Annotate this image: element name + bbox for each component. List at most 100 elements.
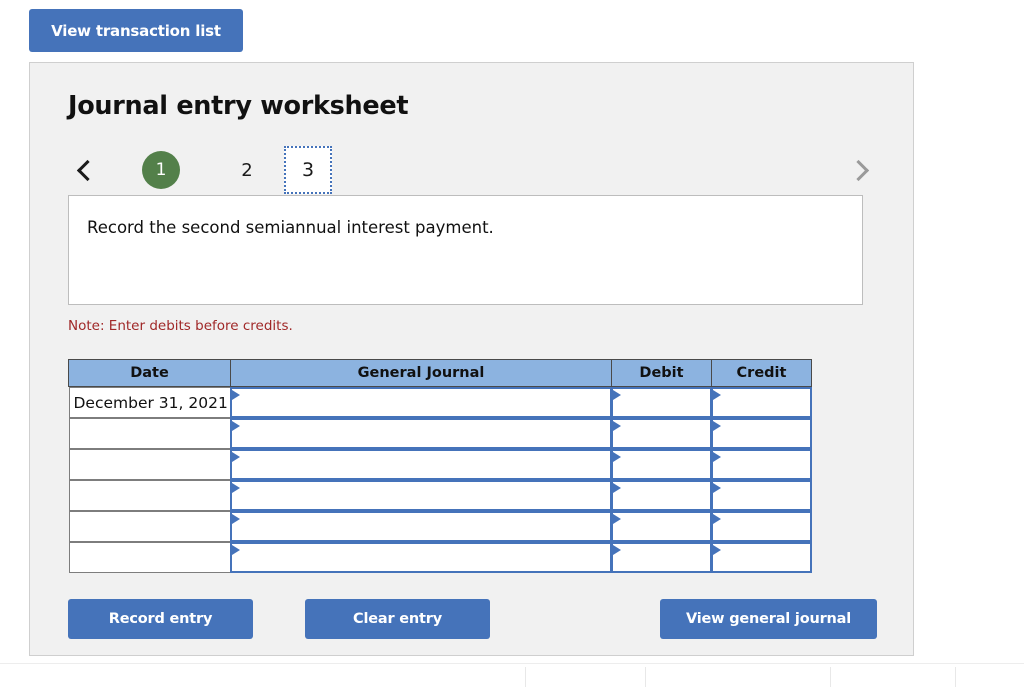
dropdown-triangle-icon	[612, 452, 621, 462]
debit-cell[interactable]	[610, 387, 712, 418]
general-journal-input[interactable]	[229, 542, 612, 573]
debit-input[interactable]	[610, 542, 712, 573]
step-tab-2[interactable]: 2	[225, 148, 269, 192]
table-row	[68, 542, 812, 573]
column-header-debit: Debit	[611, 359, 712, 387]
debit-cell[interactable]	[610, 511, 712, 542]
debit-input[interactable]	[610, 480, 712, 511]
step-tab-3[interactable]: 3	[284, 146, 332, 194]
dropdown-triangle-icon	[612, 421, 621, 431]
table-row: December 31, 2021	[68, 387, 812, 418]
table-row	[68, 449, 812, 480]
general-journal-input[interactable]	[229, 511, 612, 542]
view-transaction-list-button[interactable]: View transaction list	[29, 9, 243, 52]
chevron-left-icon[interactable]	[68, 151, 102, 189]
date-cell[interactable]	[68, 449, 231, 480]
record-entry-button[interactable]: Record entry	[68, 599, 253, 639]
credit-cell[interactable]	[710, 387, 812, 418]
transaction-description-box: Record the second semiannual interest pa…	[68, 195, 863, 305]
chevron-right-icon[interactable]	[844, 151, 878, 189]
column-header-credit: Credit	[711, 359, 812, 387]
credit-input[interactable]	[710, 387, 812, 418]
table-header-row: Date General Journal Debit Credit	[68, 359, 812, 387]
debits-before-credits-note: Note: Enter debits before credits.	[68, 318, 293, 334]
credit-cell[interactable]	[710, 449, 812, 480]
journal-entry-table-body: December 31, 2021	[68, 387, 812, 573]
debit-cell[interactable]	[610, 542, 712, 573]
date-cell[interactable]	[68, 542, 231, 573]
dropdown-triangle-icon	[712, 421, 721, 431]
date-cell[interactable]	[68, 480, 231, 511]
credit-cell[interactable]	[710, 480, 812, 511]
debit-cell[interactable]	[610, 480, 712, 511]
bottom-strip-divider	[830, 667, 831, 687]
date-cell-value	[68, 449, 231, 480]
bottom-strip-divider	[525, 667, 526, 687]
date-cell-value	[68, 511, 231, 542]
date-cell-value	[68, 480, 231, 511]
debit-cell[interactable]	[610, 418, 712, 449]
date-cell[interactable]	[68, 418, 231, 449]
credit-cell[interactable]	[710, 542, 812, 573]
step-tab-1-label: 1	[155, 160, 167, 180]
clear-entry-button[interactable]: Clear entry	[305, 599, 490, 639]
step-pager: 1 2 3	[68, 139, 878, 201]
general-journal-cell[interactable]	[229, 542, 612, 573]
general-journal-input[interactable]	[229, 387, 612, 418]
column-header-general-journal: General Journal	[230, 359, 612, 387]
chevron-left-glyph	[76, 159, 99, 181]
credit-input[interactable]	[710, 511, 812, 542]
general-journal-cell[interactable]	[229, 418, 612, 449]
general-journal-cell[interactable]	[229, 511, 612, 542]
debit-input[interactable]	[610, 418, 712, 449]
step-tab-1[interactable]: 1	[142, 151, 180, 189]
general-journal-cell[interactable]	[229, 387, 612, 418]
table-row	[68, 418, 812, 449]
general-journal-cell[interactable]	[229, 480, 612, 511]
journal-entry-table: Date General Journal Debit Credit Decemb…	[68, 359, 812, 573]
column-header-date: Date	[68, 359, 231, 387]
date-cell[interactable]: December 31, 2021	[68, 387, 231, 418]
debit-input[interactable]	[610, 387, 712, 418]
journal-entry-page: View transaction list Journal entry work…	[0, 0, 1024, 687]
debit-input[interactable]	[610, 511, 712, 542]
dropdown-triangle-icon	[712, 545, 721, 555]
date-cell[interactable]	[68, 511, 231, 542]
table-row	[68, 480, 812, 511]
page-title: Journal entry worksheet	[68, 91, 409, 121]
view-general-journal-button[interactable]: View general journal	[660, 599, 877, 639]
page-bottom-table-strip	[0, 663, 1024, 687]
dropdown-triangle-icon	[612, 390, 621, 400]
general-journal-input[interactable]	[229, 480, 612, 511]
credit-input[interactable]	[710, 542, 812, 573]
credit-input[interactable]	[710, 480, 812, 511]
journal-entry-worksheet-card: Journal entry worksheet 1 2 3 Record the…	[29, 62, 914, 656]
date-cell-value	[68, 542, 231, 573]
credit-input[interactable]	[710, 449, 812, 480]
credit-cell[interactable]	[710, 418, 812, 449]
step-tab-2-label: 2	[241, 159, 253, 181]
dropdown-triangle-icon	[712, 390, 721, 400]
general-journal-input[interactable]	[229, 418, 612, 449]
dropdown-triangle-icon	[612, 483, 621, 493]
dropdown-triangle-icon	[712, 452, 721, 462]
dropdown-triangle-icon	[231, 514, 240, 524]
general-journal-cell[interactable]	[229, 449, 612, 480]
credit-cell[interactable]	[710, 511, 812, 542]
credit-input[interactable]	[710, 418, 812, 449]
step-tab-3-label: 3	[301, 159, 315, 181]
dropdown-triangle-icon	[231, 390, 240, 400]
dropdown-triangle-icon	[612, 545, 621, 555]
dropdown-triangle-icon	[712, 514, 721, 524]
bottom-strip-divider	[645, 667, 646, 687]
debit-input[interactable]	[610, 449, 712, 480]
table-row	[68, 511, 812, 542]
general-journal-input[interactable]	[229, 449, 612, 480]
chevron-right-glyph	[847, 159, 870, 181]
dropdown-triangle-icon	[612, 514, 621, 524]
dropdown-triangle-icon	[231, 483, 240, 493]
dropdown-triangle-icon	[231, 421, 240, 431]
dropdown-triangle-icon	[231, 545, 240, 555]
debit-cell[interactable]	[610, 449, 712, 480]
dropdown-triangle-icon	[712, 483, 721, 493]
